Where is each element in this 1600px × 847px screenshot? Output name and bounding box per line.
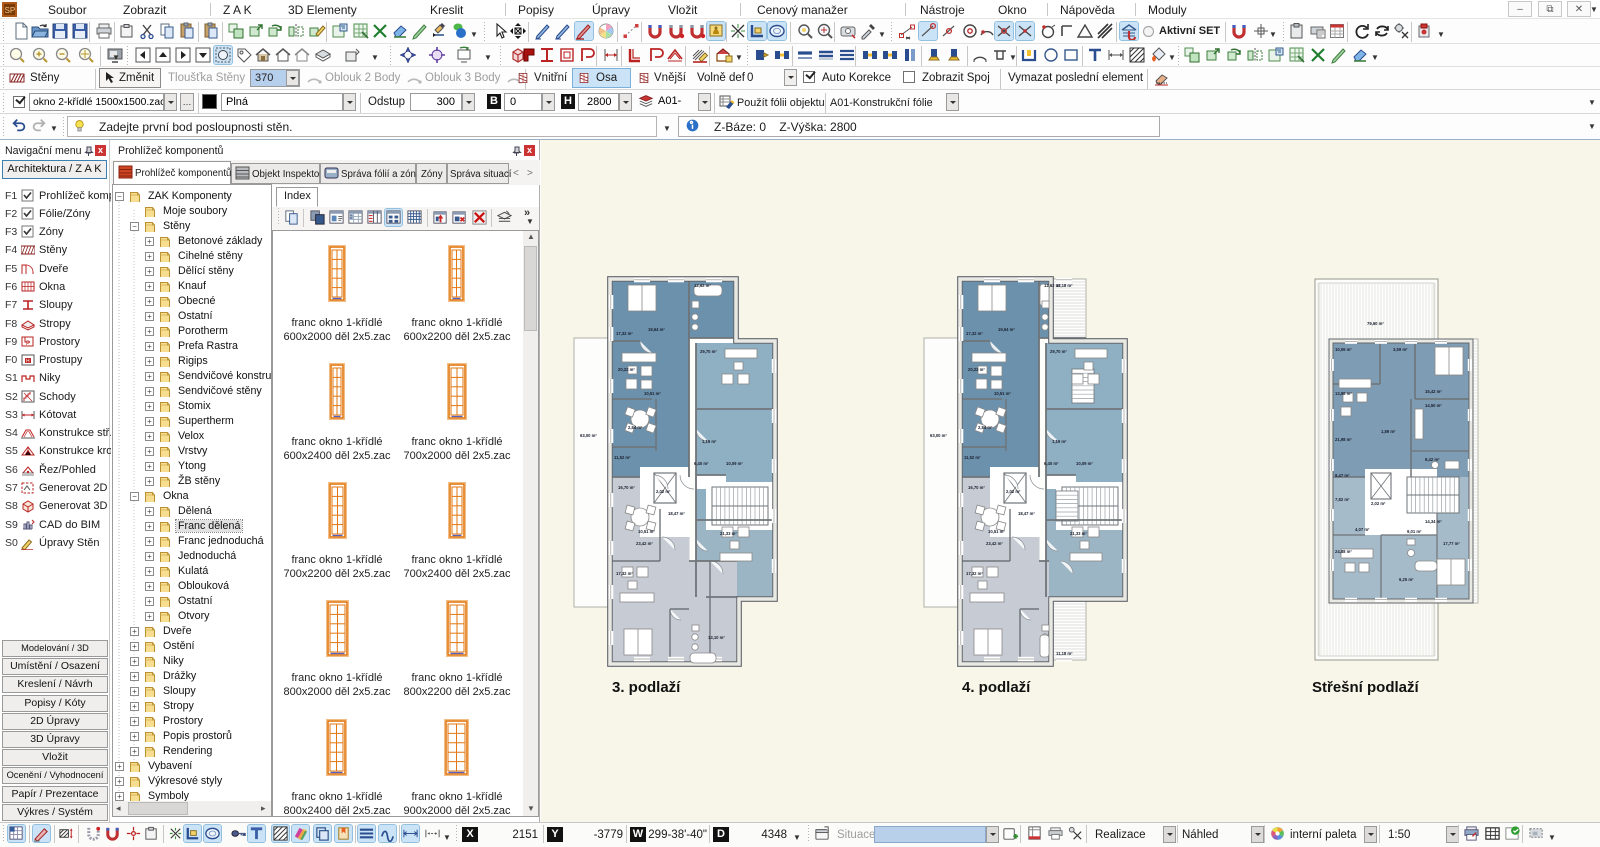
- svg-text:17,32 m²: 17,32 m²: [966, 571, 983, 576]
- svg-text:2,02 m²: 2,02 m²: [656, 489, 671, 494]
- svg-text:10,51 m²: 10,51 m²: [644, 391, 661, 396]
- svg-text:7,82 m²: 7,82 m²: [1335, 497, 1350, 502]
- svg-text:23,42 m²: 23,42 m²: [636, 541, 653, 546]
- svg-text:8,42 m²: 8,42 m²: [1425, 457, 1440, 462]
- svg-text:14,50 m²: 14,50 m²: [1425, 403, 1442, 408]
- svg-text:20,22 m²: 20,22 m²: [968, 367, 985, 372]
- svg-text:6,40 m²: 6,40 m²: [1044, 461, 1059, 466]
- svg-text:16,70 m²: 16,70 m²: [968, 485, 985, 490]
- svg-text:12,62 m²: 12,62 m²: [694, 283, 711, 288]
- svg-text:2,02 m²: 2,02 m²: [1006, 489, 1021, 494]
- svg-text:3. podlaží: 3. podlaží: [612, 679, 681, 696]
- svg-text:6,40 m²: 6,40 m²: [694, 461, 709, 466]
- svg-text:29,70 m²: 29,70 m²: [1050, 349, 1067, 354]
- svg-text:2,84 m²: 2,84 m²: [978, 425, 993, 430]
- svg-text:21,98 m²: 21,98 m²: [1335, 437, 1352, 442]
- svg-text:11,52 m²: 11,52 m²: [614, 455, 631, 460]
- svg-text:10,51 m²: 10,51 m²: [638, 529, 655, 534]
- svg-text:1,19 m²: 1,19 m²: [1052, 439, 1067, 444]
- svg-text:9,01 m²: 9,01 m²: [1407, 529, 1422, 534]
- svg-text:11,52 m²: 11,52 m²: [964, 455, 981, 460]
- svg-text:18,47 m²: 18,47 m²: [668, 511, 685, 516]
- svg-text:2,02 m²: 2,02 m²: [1371, 501, 1386, 506]
- svg-text:14,34 m²: 14,34 m²: [1425, 519, 1442, 524]
- svg-text:4. podlaží: 4. podlaží: [962, 679, 1031, 696]
- svg-text:6,25 m²: 6,25 m²: [1399, 577, 1414, 582]
- svg-text:1,19 m²: 1,19 m²: [702, 439, 717, 444]
- svg-text:63,00 m²: 63,00 m²: [930, 433, 947, 438]
- svg-text:10,51 m²: 10,51 m²: [988, 529, 1005, 534]
- svg-text:11,18 m²: 11,18 m²: [1056, 651, 1073, 656]
- svg-text:2,84 m²: 2,84 m²: [628, 425, 643, 430]
- svg-text:23,42 m²: 23,42 m²: [986, 541, 1003, 546]
- svg-text:79,60 m²: 79,60 m²: [1367, 321, 1384, 326]
- svg-text:18,47 m²: 18,47 m²: [1018, 511, 1035, 516]
- svg-text:12,62 m²: 12,62 m²: [1044, 283, 1061, 288]
- svg-text:1,89 m²: 1,89 m²: [1381, 429, 1396, 434]
- svg-text:21,33 m²: 21,33 m²: [720, 531, 737, 536]
- svg-text:4,07 m²: 4,07 m²: [1355, 527, 1370, 532]
- svg-text:17,32 m²: 17,32 m²: [616, 571, 633, 576]
- svg-text:SP: SP: [5, 6, 16, 15]
- svg-text:10,51 m²: 10,51 m²: [994, 391, 1011, 396]
- svg-text:19,64 m²: 19,64 m²: [998, 327, 1015, 332]
- svg-text:10,06 m²: 10,06 m²: [1335, 347, 1352, 352]
- svg-text:19,64 m²: 19,64 m²: [648, 327, 665, 332]
- svg-text:8,47 m²: 8,47 m²: [1335, 473, 1350, 478]
- svg-text:Střešní podlaží: Střešní podlaží: [1312, 679, 1420, 696]
- svg-text:17,77 m²: 17,77 m²: [1443, 541, 1460, 546]
- svg-text:15,42 m²: 15,42 m²: [1425, 389, 1442, 394]
- svg-text:3,59 m²: 3,59 m²: [1393, 347, 1408, 352]
- svg-text:13,98 m²: 13,98 m²: [1335, 391, 1352, 396]
- svg-text:P: P: [26, 341, 30, 347]
- svg-text:29,70 m²: 29,70 m²: [700, 349, 717, 354]
- svg-text:10,09 m²: 10,09 m²: [726, 461, 743, 466]
- svg-text:21,33 m²: 21,33 m²: [1070, 531, 1087, 536]
- svg-text:63,00 m²: 63,00 m²: [580, 433, 597, 438]
- svg-text:20,22 m²: 20,22 m²: [618, 367, 635, 372]
- svg-text:17,32 m²: 17,32 m²: [966, 331, 983, 336]
- svg-text:24,88 m²: 24,88 m²: [1335, 549, 1352, 554]
- svg-text:16,70 m²: 16,70 m²: [618, 485, 635, 490]
- svg-text:13,10 m²: 13,10 m²: [708, 635, 725, 640]
- svg-text:17,32 m²: 17,32 m²: [616, 331, 633, 336]
- svg-text:H: H: [26, 359, 30, 365]
- svg-text:10,09 m²: 10,09 m²: [1076, 461, 1093, 466]
